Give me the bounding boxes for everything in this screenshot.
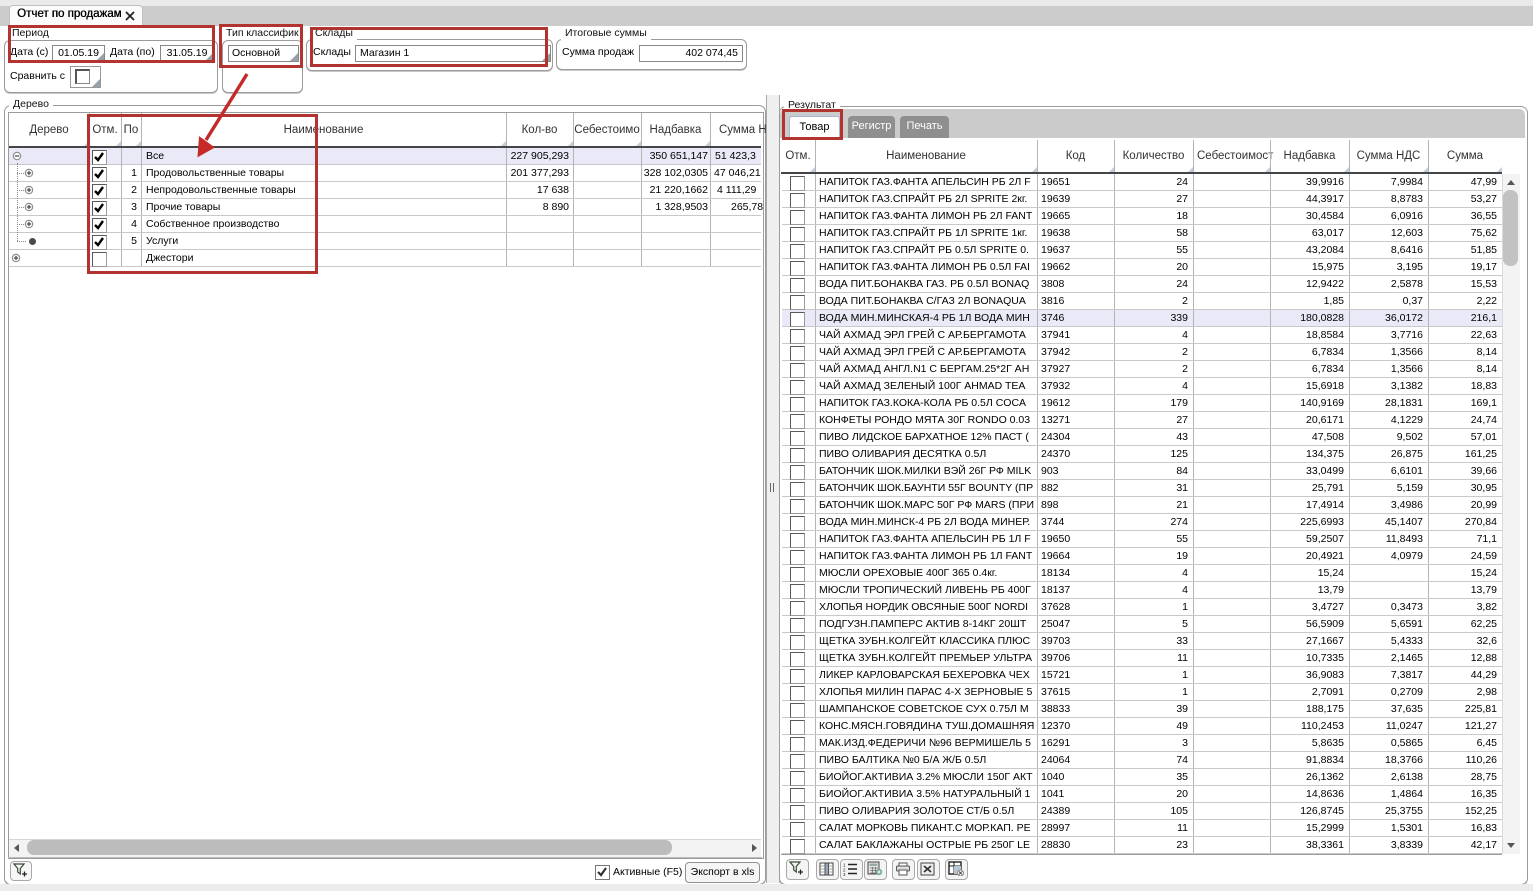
svg-text:3: 3 (843, 872, 846, 876)
